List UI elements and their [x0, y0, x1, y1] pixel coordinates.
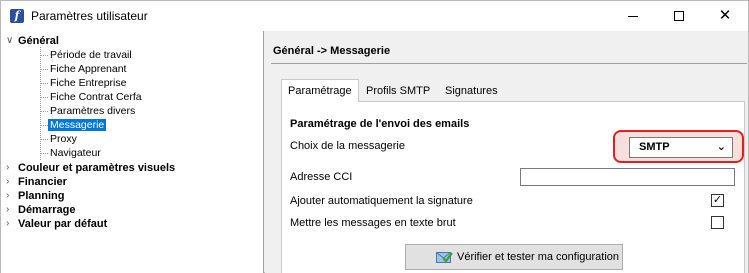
tree-connector	[41, 55, 48, 56]
envelope-check-icon	[436, 252, 453, 263]
divider	[271, 63, 747, 64]
tree-item-proxy[interactable]: Proxy	[50, 133, 77, 145]
plain-text-checkbox[interactable]	[711, 216, 724, 229]
tree-item-messagerie[interactable]: Messagerie	[48, 119, 107, 131]
tree-item-fiche-apprenant[interactable]: Fiche Apprenant	[50, 63, 126, 75]
tab-content: Paramétrage de l'envoi des emails Choix …	[281, 101, 745, 273]
auto-signature-checkbox[interactable]: ✓	[711, 194, 724, 207]
tree-item-fiche-entreprise[interactable]: Fiche Entreprise	[50, 77, 126, 89]
tab-parametrage[interactable]: Paramétrage	[281, 79, 359, 102]
section-title: Paramétrage de l'envoi des emails	[290, 118, 470, 130]
close-icon: ✕	[718, 6, 732, 24]
tree-connector	[41, 125, 48, 126]
tree-item-label: Financier	[18, 176, 67, 188]
tree-connector	[41, 83, 48, 84]
verify-config-button[interactable]: Vérifier et tester ma configuration	[405, 244, 623, 270]
title-bar[interactable]: f Paramètres utilisateur ✕	[1, 1, 748, 31]
settings-window: f Paramètres utilisateur ✕ ∨ Général Pér…	[0, 0, 749, 273]
tree-item-label: Démarrage	[18, 204, 76, 216]
tree-guide-line	[40, 47, 41, 160]
mail-choice-value: SMTP	[639, 141, 670, 153]
maximize-button[interactable]	[656, 1, 702, 31]
tree-item-periode-de-travail[interactable]: Période de travail	[50, 49, 132, 61]
tree-item-label: Valeur par défaut	[18, 218, 108, 230]
close-button[interactable]: ✕	[702, 1, 748, 31]
tree-item-navigateur[interactable]: Navigateur	[50, 147, 101, 159]
minimize-icon	[628, 16, 638, 17]
chevron-right-icon: ›	[6, 218, 10, 229]
app-icon: f	[10, 9, 24, 23]
tab-profils-smtp[interactable]: Profils SMTP	[360, 81, 436, 101]
checkmark-icon: ✓	[712, 194, 723, 206]
tree-item-label: Couleur et paramètres visuels	[18, 162, 176, 174]
verify-config-label: Vérifier et tester ma configuration	[457, 251, 620, 263]
tree-connector	[41, 139, 48, 140]
window-title: Paramètres utilisateur	[31, 9, 148, 23]
minimize-button[interactable]	[610, 1, 656, 31]
tab-signatures[interactable]: Signatures	[439, 81, 504, 101]
chevron-right-icon: ›	[6, 190, 10, 201]
chevron-right-icon: ›	[6, 176, 10, 187]
chevron-down-icon: ∨	[6, 35, 14, 46]
tree-item-parametres-divers[interactable]: Paramètres divers	[50, 105, 135, 117]
tree-item-fiche-contrat-cerfa[interactable]: Fiche Contrat Cerfa	[50, 91, 142, 103]
tree-connector	[41, 69, 48, 70]
tree-connector	[41, 153, 48, 154]
chevron-right-icon: ›	[6, 162, 10, 173]
mail-choice-label: Choix de la messagerie	[290, 140, 405, 152]
settings-panel: Général -> Messagerie Paramétrage Profil…	[265, 31, 748, 273]
auto-signature-label: Ajouter automatiquement la signature	[290, 195, 473, 207]
cci-label: Adresse CCI	[290, 171, 353, 183]
settings-tree: ∨ Général Période de travail Fiche Appre…	[1, 31, 264, 273]
tree-item-label: Général	[18, 35, 59, 47]
mail-choice-select[interactable]: SMTP ⌄	[629, 137, 733, 158]
panel-breadcrumb: Général -> Messagerie	[273, 45, 391, 57]
cci-input[interactable]	[520, 168, 735, 186]
tree-connector	[41, 97, 48, 98]
plain-text-label: Mettre les messages en texte brut	[290, 217, 456, 229]
tree-item-label: Planning	[18, 190, 65, 202]
maximize-icon	[674, 11, 684, 21]
tree-connector	[41, 111, 48, 112]
chevron-down-icon: ⌄	[716, 141, 726, 153]
chevron-right-icon: ›	[6, 204, 10, 215]
